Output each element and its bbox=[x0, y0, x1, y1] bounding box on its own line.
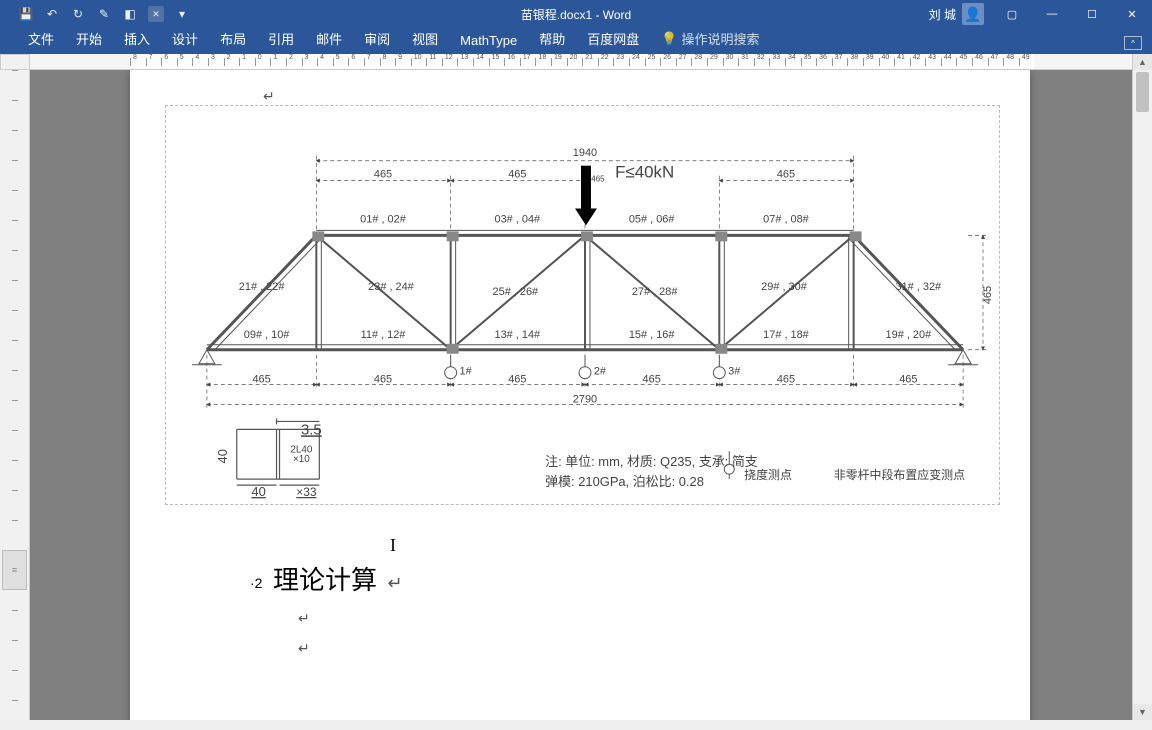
svg-text:29# , 30#: 29# , 30# bbox=[761, 281, 808, 293]
force-label: F≤40kN bbox=[615, 163, 674, 182]
scroll-down-icon[interactable]: ▼ bbox=[1133, 704, 1152, 720]
user-avatar-icon[interactable]: 👤 bbox=[962, 3, 984, 25]
svg-text:465: 465 bbox=[252, 374, 270, 386]
svg-text:465: 465 bbox=[777, 169, 795, 181]
svg-text:27# , 28#: 27# , 28# bbox=[632, 286, 679, 298]
svg-text:11# , 12#: 11# , 12# bbox=[361, 329, 407, 341]
user-name[interactable]: 刘 城 bbox=[929, 6, 956, 23]
svg-text:挠度测点: 挠度测点 bbox=[744, 467, 792, 482]
collapse-ribbon-icon[interactable]: ^ bbox=[1124, 36, 1142, 50]
undo-icon[interactable]: ↶ bbox=[44, 6, 60, 22]
touch-mode-icon[interactable]: ✎ bbox=[96, 6, 112, 22]
tab-help[interactable]: 帮助 bbox=[529, 25, 575, 54]
ruler-corner[interactable] bbox=[0, 54, 30, 70]
svg-text:01# , 02#: 01# , 02# bbox=[360, 213, 407, 225]
heading-2[interactable]: ·2 理论计算 ↵ bbox=[250, 560, 403, 597]
tab-layout[interactable]: 布局 bbox=[210, 25, 256, 54]
navigation-thumb-icon[interactable]: ≡ bbox=[2, 550, 27, 590]
paragraph-mark: ↵ bbox=[263, 88, 275, 105]
svg-text:3#: 3# bbox=[728, 366, 741, 378]
page[interactable]: ↵ bbox=[130, 70, 1030, 720]
svg-text:注: 单位: mm, 材质: Q235, 支承: 简支: 注: 单位: mm, 材质: Q235, 支承: 简支 bbox=[545, 454, 758, 469]
paragraph-mark: ↵ bbox=[298, 640, 310, 657]
svg-text:25# , 26#: 25# , 26# bbox=[493, 286, 540, 298]
document-area[interactable]: ↵ bbox=[30, 70, 1132, 720]
title-bar: 💾 ↶ ↻ ✎ ◧ ✕ ▾ 苗银程.docx1 - Word 刘 城 👤 ▢ —… bbox=[0, 0, 1152, 28]
heading-bullet: ·2 bbox=[250, 575, 262, 591]
quick-access-toolbar: 💾 ↶ ↻ ✎ ◧ ✕ ▾ bbox=[0, 6, 190, 22]
svg-text:465: 465 bbox=[643, 374, 661, 386]
svg-text:03# , 04#: 03# , 04# bbox=[495, 213, 542, 225]
svg-text:40: 40 bbox=[215, 449, 230, 463]
minimize-button[interactable]: — bbox=[1032, 0, 1072, 28]
truss-figure[interactable]: 1940 465 465 465 465 F≤40kN 01# , 02# 03… bbox=[165, 105, 1000, 505]
svg-text:15# , 16#: 15# , 16# bbox=[629, 329, 676, 341]
qat-dropdown-icon[interactable]: ▾ bbox=[174, 6, 190, 22]
tab-mailings[interactable]: 邮件 bbox=[306, 25, 352, 54]
ribbon-tabs: 文件 开始 插入 设计 布局 引用 邮件 审阅 视图 MathType 帮助 百… bbox=[0, 28, 1152, 54]
svg-text:465: 465 bbox=[777, 374, 795, 386]
svg-text:465: 465 bbox=[982, 286, 994, 304]
tab-view[interactable]: 视图 bbox=[402, 25, 448, 54]
tab-mathtype[interactable]: MathType bbox=[450, 29, 527, 54]
text-cursor-icon: I bbox=[390, 535, 396, 556]
svg-text:31# , 32#: 31# , 32# bbox=[896, 281, 943, 293]
tell-me-label: 操作说明搜索 bbox=[681, 29, 759, 48]
svg-text:2#: 2# bbox=[594, 366, 607, 378]
paragraph-mark: ↵ bbox=[298, 610, 310, 627]
svg-text:465: 465 bbox=[899, 374, 917, 386]
close-file-icon[interactable]: ✕ bbox=[148, 6, 164, 22]
svg-text:465: 465 bbox=[374, 374, 392, 386]
tab-file[interactable]: 文件 bbox=[18, 25, 64, 54]
maximize-button[interactable]: ☐ bbox=[1072, 0, 1112, 28]
svg-text:×33: ×33 bbox=[296, 485, 317, 499]
dim-top: 1940 bbox=[573, 147, 597, 159]
ribbon-options-icon[interactable]: ▢ bbox=[992, 0, 1032, 28]
svg-text:2790: 2790 bbox=[573, 394, 597, 406]
svg-text:09# , 10#: 09# , 10# bbox=[244, 329, 291, 341]
svg-text:1#: 1# bbox=[460, 366, 473, 378]
svg-text:40: 40 bbox=[251, 484, 265, 499]
svg-text:21# , 22#: 21# , 22# bbox=[239, 281, 286, 293]
vertical-scrollbar[interactable]: ▲ ▼ bbox=[1132, 54, 1152, 720]
paragraph-mark: ↵ bbox=[387, 573, 402, 593]
eraser-icon[interactable]: ◧ bbox=[122, 6, 138, 22]
svg-text:465: 465 bbox=[591, 175, 605, 184]
horizontal-ruler[interactable]: 8765432101234567891011121314151617181920… bbox=[30, 54, 1132, 70]
tab-baidu[interactable]: 百度网盘 bbox=[577, 25, 649, 54]
svg-text:465: 465 bbox=[508, 374, 526, 386]
heading-text: 理论计算 bbox=[273, 565, 377, 595]
document-title: 苗银程.docx1 - Word bbox=[521, 6, 631, 23]
tab-references[interactable]: 引用 bbox=[258, 25, 304, 54]
svg-text:×10: ×10 bbox=[293, 454, 310, 465]
svg-text:07# , 08#: 07# , 08# bbox=[763, 213, 810, 225]
tab-home[interactable]: 开始 bbox=[66, 25, 112, 54]
svg-text:13# , 14#: 13# , 14# bbox=[495, 329, 542, 341]
svg-text:465: 465 bbox=[508, 169, 526, 181]
svg-text:弹模: 210GPa, 泊松比: 0.28: 弹模: 210GPa, 泊松比: 0.28 bbox=[545, 474, 704, 489]
scrollbar-track[interactable] bbox=[1133, 70, 1152, 704]
svg-text:非零杆中段布置应变测点: 非零杆中段布置应变测点 bbox=[834, 467, 965, 482]
redo-icon[interactable]: ↻ bbox=[70, 6, 86, 22]
save-icon[interactable]: 💾 bbox=[18, 6, 34, 22]
tell-me-search[interactable]: 💡 操作说明搜索 bbox=[651, 25, 769, 54]
scroll-up-icon[interactable]: ▲ bbox=[1133, 54, 1152, 70]
svg-text:17# , 18#: 17# , 18# bbox=[763, 329, 810, 341]
svg-text:465: 465 bbox=[374, 169, 392, 181]
scrollbar-thumb[interactable] bbox=[1136, 72, 1149, 112]
vertical-ruler[interactable]: ≡ bbox=[0, 70, 30, 720]
lightbulb-icon: 💡 bbox=[661, 31, 677, 47]
close-button[interactable]: ✕ bbox=[1112, 0, 1152, 28]
tab-review[interactable]: 审阅 bbox=[354, 25, 400, 54]
tab-design[interactable]: 设计 bbox=[162, 25, 208, 54]
svg-text:3.5: 3.5 bbox=[301, 421, 322, 438]
svg-text:23# , 24#: 23# , 24# bbox=[368, 281, 415, 293]
svg-text:19# , 20#: 19# , 20# bbox=[886, 329, 933, 341]
tab-insert[interactable]: 插入 bbox=[114, 25, 160, 54]
svg-text:05# , 06#: 05# , 06# bbox=[629, 213, 676, 225]
